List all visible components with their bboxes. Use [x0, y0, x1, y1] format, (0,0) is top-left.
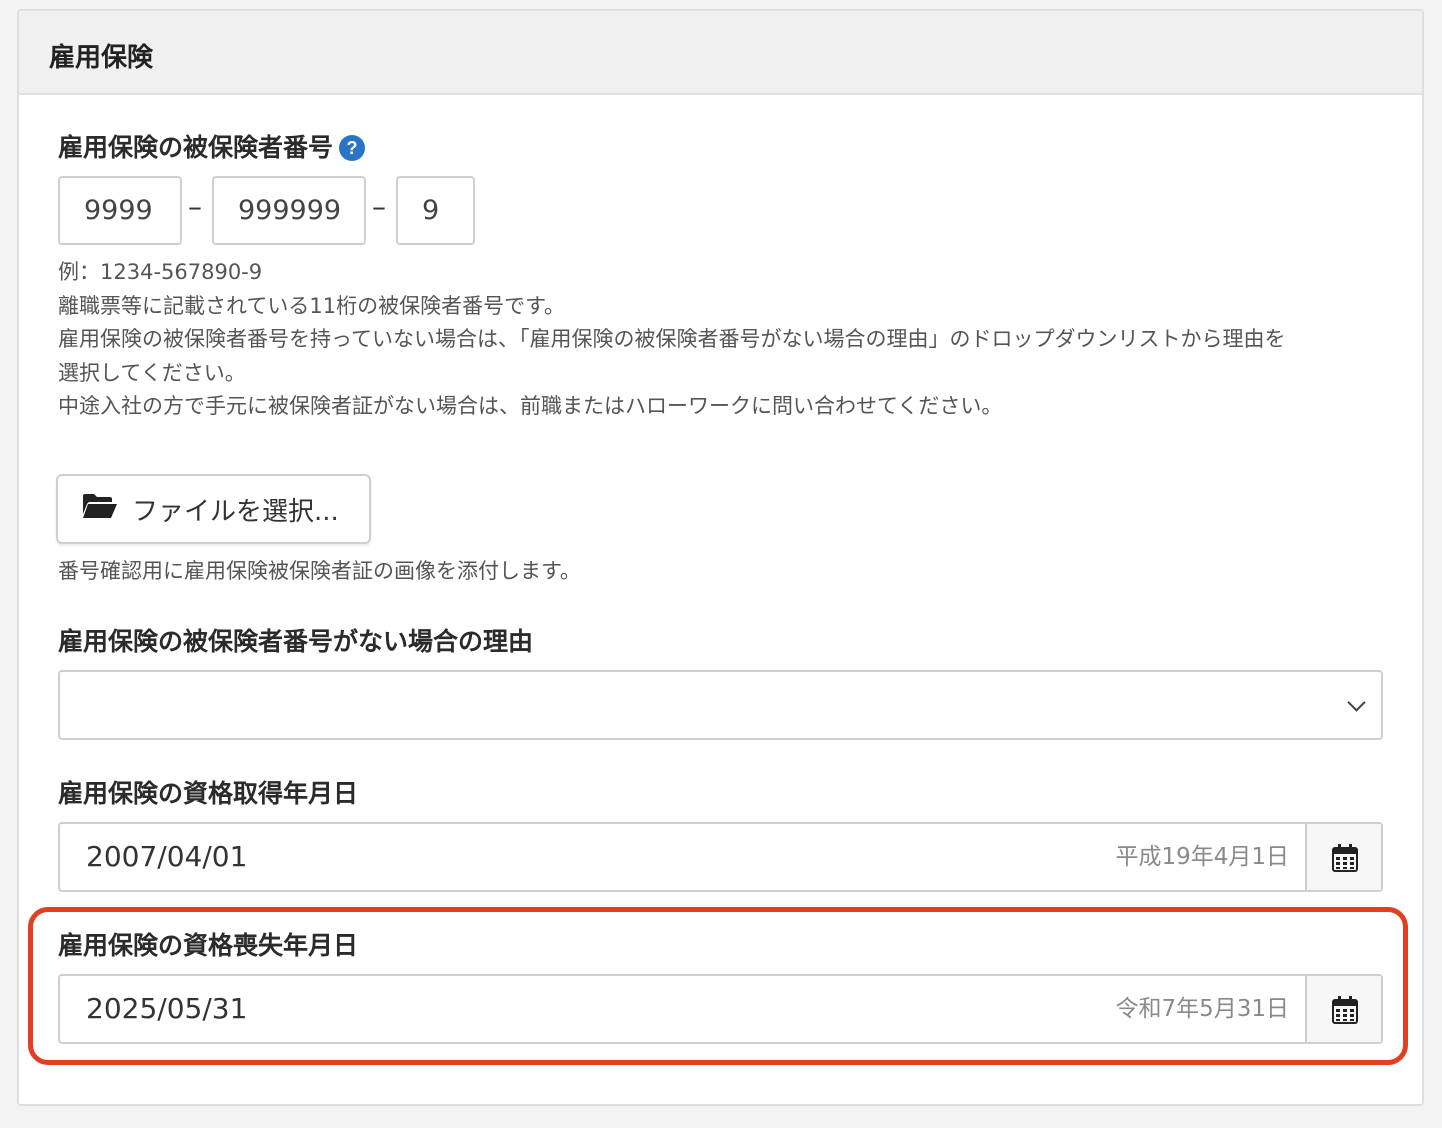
insured-number-part1-input[interactable]: 9999 — [58, 176, 182, 245]
folder-open-icon — [82, 492, 118, 527]
loss-date-input[interactable]: 2025/05/31 令和7年5月31日 — [60, 976, 1305, 1042]
help-line: 離職票等に記載されている11桁の被保険者番号です。 — [58, 293, 565, 318]
insured-number-part3-input[interactable]: 9 — [396, 176, 475, 245]
chevron-down-icon — [1347, 693, 1366, 712]
acquisition-date-field: 2007/04/01 平成19年4月1日 — [58, 822, 1383, 892]
loss-date-era: 令和7年5月31日 — [1115, 996, 1289, 1022]
separator-dash: – — [372, 190, 386, 223]
no-number-reason-label: 雇用保険の被保険者番号がない場合の理由 — [58, 627, 534, 656]
calendar-icon — [1332, 844, 1358, 872]
insured-number-help: 例：1234-567890-9 離職票等に記載されている11桁の被保険者番号です… — [58, 256, 1285, 424]
file-select-label: ファイルを選択... — [132, 496, 339, 527]
loss-date-calendar-button[interactable] — [1305, 976, 1381, 1042]
file-select-button[interactable]: ファイルを選択... — [56, 474, 371, 544]
panel-header: 雇用保険 — [19, 11, 1422, 95]
acquisition-date-calendar-button[interactable] — [1305, 824, 1381, 890]
help-line: 例：1234-567890-9 — [58, 260, 263, 284]
insured-number-label: 雇用保険の被保険者番号? — [58, 128, 366, 164]
loss-date-label: 雇用保険の資格喪失年月日 — [58, 931, 359, 960]
help-line: 雇用保険の被保険者番号を持っていない場合は、「雇用保険の被保険者番号がない場合の… — [58, 327, 1286, 351]
file-upload-help: 番号確認用に雇用保険被保険者証の画像を添付します。 — [58, 559, 581, 583]
loss-date-field: 2025/05/31 令和7年5月31日 — [58, 974, 1383, 1044]
panel-title: 雇用保険 — [49, 43, 154, 73]
acquisition-date-label: 雇用保険の資格取得年月日 — [58, 779, 359, 808]
acquisition-date-input[interactable]: 2007/04/01 平成19年4月1日 — [60, 824, 1305, 890]
no-number-reason-select[interactable] — [58, 670, 1383, 740]
insured-number-part2-input[interactable]: 999999 — [212, 176, 366, 245]
calendar-icon — [1332, 996, 1358, 1024]
help-line: 選択してください。 — [58, 360, 246, 385]
separator-dash: – — [188, 190, 202, 223]
acquisition-date-era: 平成19年4月1日 — [1115, 844, 1289, 870]
question-circle-icon[interactable]: ? — [339, 135, 366, 161]
help-line: 中途入社の方で手元に被保険者証がない場合は、前職またはハローワークに問い合わせて… — [58, 394, 1003, 418]
